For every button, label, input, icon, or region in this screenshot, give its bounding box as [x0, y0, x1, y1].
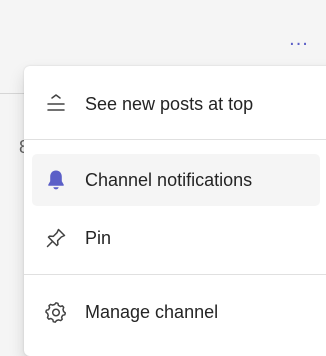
menu-item-manage-channel[interactable]: Manage channel [32, 286, 320, 338]
menu-item-label: Channel notifications [85, 169, 253, 190]
more-options-label: ... [289, 27, 309, 50]
menu-item-label: Manage channel [85, 301, 219, 322]
menu-item-pin[interactable]: Pin [32, 212, 320, 264]
pin-icon [44, 226, 68, 250]
menu-item-label: Pin [85, 227, 112, 248]
channel-options-menu: See new posts at top Channel notificatio… [24, 66, 326, 356]
gear-icon [44, 300, 68, 324]
sort-newest-top-icon [44, 92, 68, 116]
more-options-button[interactable]: ... [282, 27, 316, 51]
bell-icon [44, 168, 68, 192]
menu-item-see-new-posts-at-top[interactable]: See new posts at top [32, 78, 320, 130]
menu-item-channel-notifications[interactable]: Channel notifications [32, 154, 320, 206]
menu-divider [24, 139, 326, 140]
menu-item-label: See new posts at top [85, 93, 254, 114]
menu-divider [24, 274, 326, 275]
